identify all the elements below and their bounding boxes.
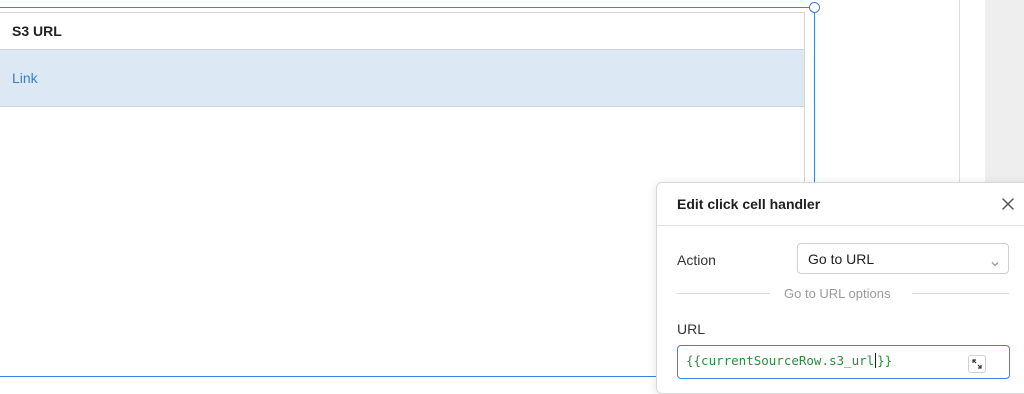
chevron-down-icon <box>990 255 1000 273</box>
click-cell-handler-popover: Edit click cell handler Action Go to URL… <box>656 182 1024 394</box>
resize-handle[interactable] <box>809 2 820 13</box>
url-code-input[interactable]: {{currentSourceRow.s3_url}} <box>677 345 1010 379</box>
url-code-before-caret: {{currentSourceRow.s3_url <box>686 353 875 368</box>
url-label: URL <box>677 321 706 337</box>
section-divider-left <box>677 293 770 294</box>
url-code-after-caret: }} <box>877 353 893 368</box>
action-select-value: Go to URL <box>808 251 875 267</box>
expand-editor-icon[interactable] <box>968 355 986 373</box>
close-icon[interactable] <box>1000 196 1016 212</box>
popover-header: Edit click cell handler <box>657 183 1024 226</box>
popover-title: Edit click cell handler <box>677 196 821 212</box>
action-label: Action <box>677 252 716 268</box>
section-divider-right <box>912 293 1009 294</box>
url-code-text: {{currentSourceRow.s3_url}} <box>686 353 892 368</box>
action-select[interactable]: Go to URL <box>797 243 1009 274</box>
text-caret <box>875 353 877 368</box>
section-divider-label: Go to URL options <box>784 286 891 301</box>
